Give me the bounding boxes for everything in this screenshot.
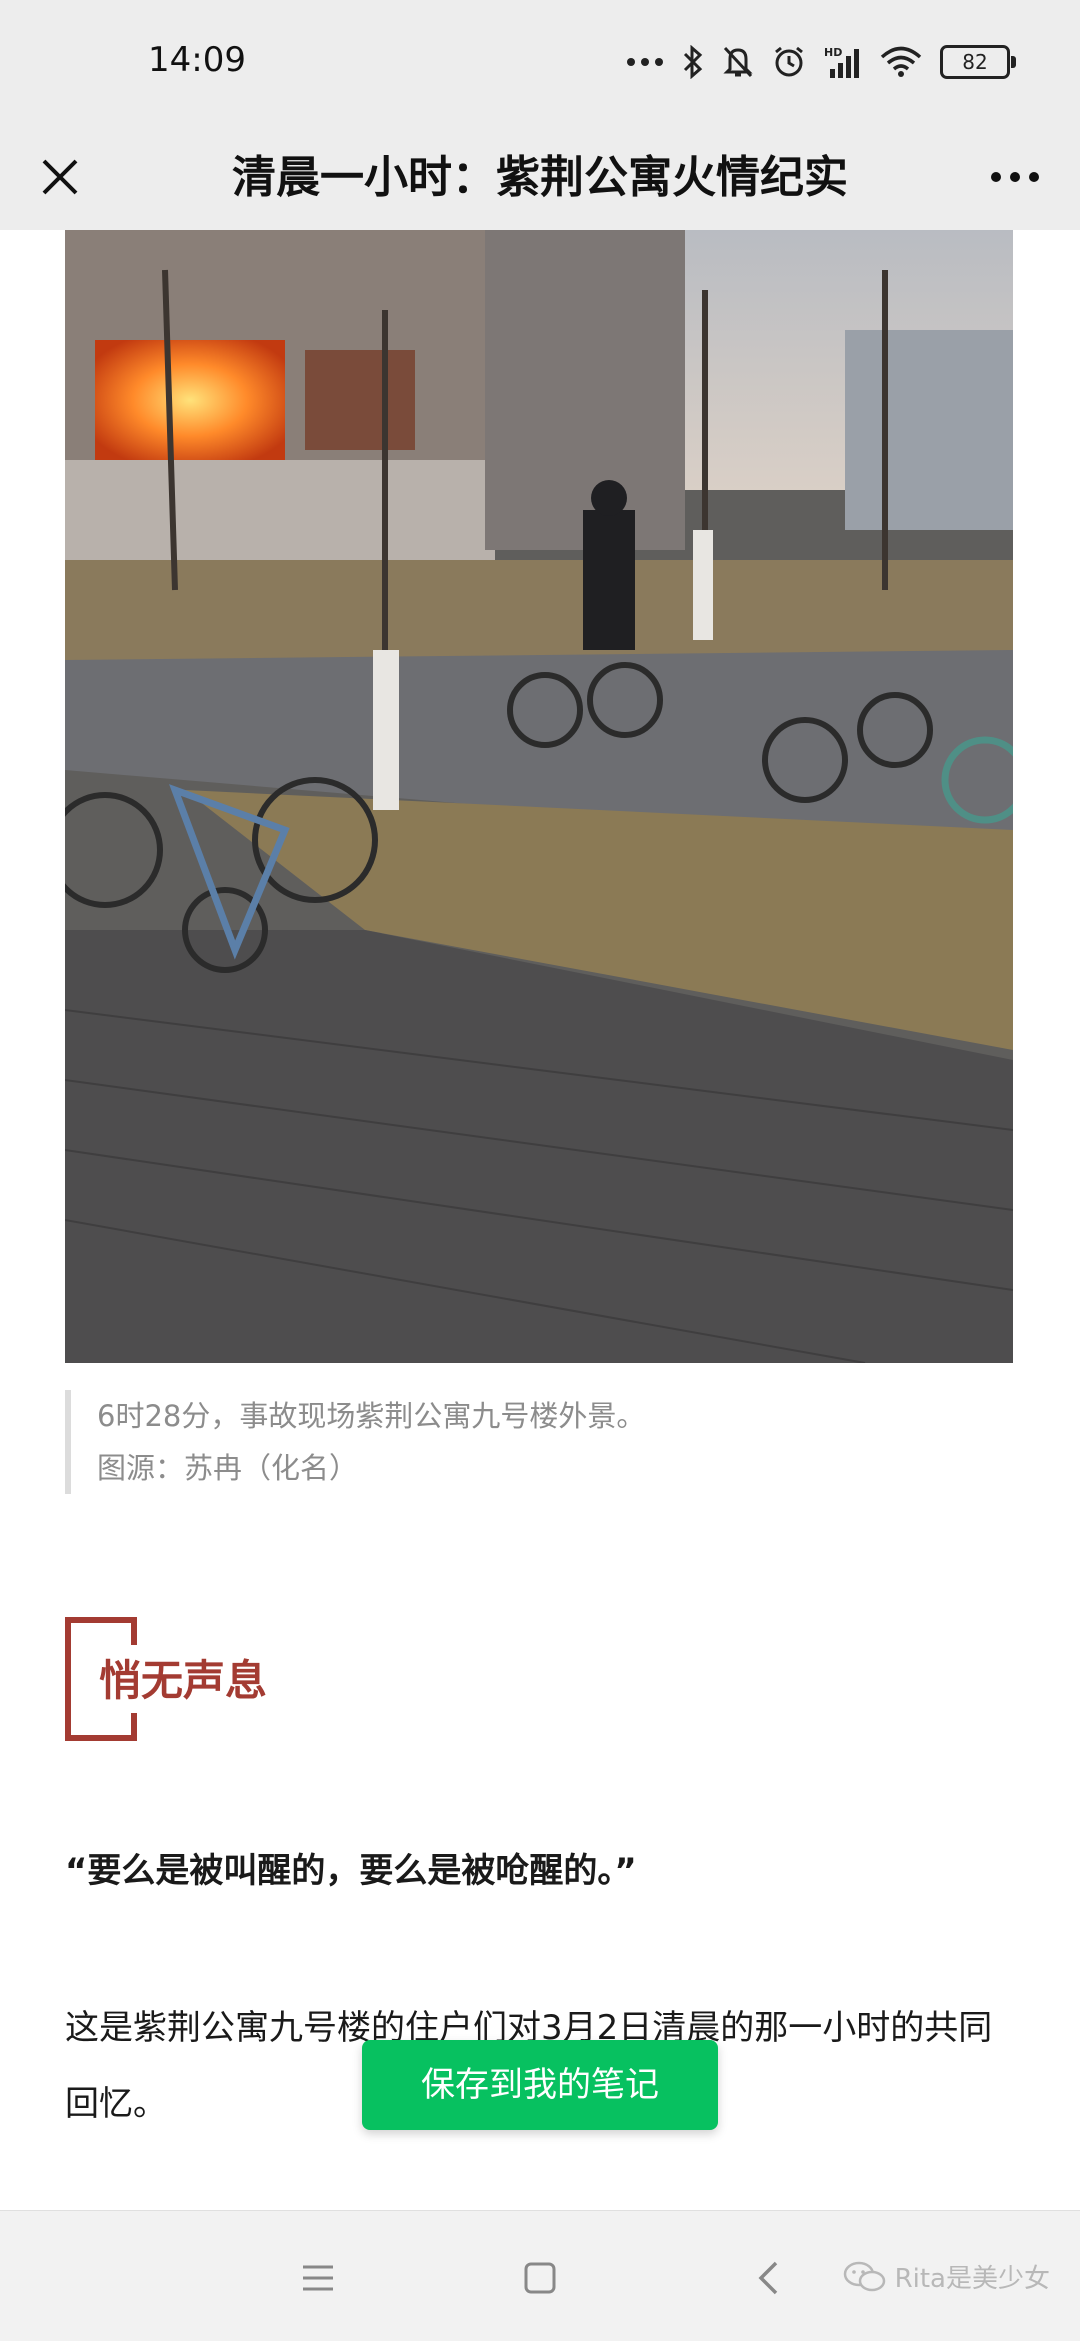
- more-button[interactable]: [980, 147, 1050, 207]
- caption-line-2: 图源：苏冉（化名）: [97, 1451, 359, 1485]
- home-button[interactable]: [518, 2256, 562, 2300]
- save-to-notes-button[interactable]: 保存到我的笔记: [362, 2040, 718, 2130]
- more-icon: [991, 172, 1039, 182]
- article-photo[interactable]: [65, 230, 1013, 1363]
- hd-signal-icon: HD: [824, 45, 862, 79]
- back-icon: [758, 2261, 778, 2295]
- section-title: 悄无声息: [99, 1656, 268, 1705]
- recent-apps-button[interactable]: [296, 2256, 340, 2300]
- section-heading: 悄无声息: [65, 1617, 465, 1741]
- more-dots-icon: [626, 57, 664, 67]
- caption-line-1: 6时28分，事故现场紫荆公寓九号楼外景。: [97, 1399, 646, 1433]
- mute-bell-icon: [722, 45, 754, 79]
- close-icon: [42, 159, 78, 195]
- page-title: 清晨一小时：紫荆公寓火情纪实: [232, 152, 848, 203]
- alarm-icon: [772, 45, 806, 79]
- watermark: Rita是美少女: [843, 2258, 1050, 2295]
- photo-caption: 6时28分，事故现场紫荆公寓九号楼外景。 图源：苏冉（化名）: [65, 1390, 1045, 1494]
- wifi-icon: [880, 46, 922, 78]
- status-bar: 14:09 HD 82: [0, 0, 1080, 125]
- battery-icon: 82: [940, 45, 1016, 79]
- wechat-icon: [843, 2261, 885, 2291]
- article-quote: “要么是被叫醒的，要么是被呛醒的。”: [65, 1851, 637, 1891]
- article-header: 清晨一小时：紫荆公寓火情纪实: [0, 125, 1080, 230]
- status-icons: HD 82: [626, 42, 1016, 82]
- back-button[interactable]: [746, 2256, 790, 2300]
- home-icon: [524, 2262, 556, 2294]
- status-time: 14:09: [148, 40, 246, 80]
- bluetooth-icon: [682, 45, 704, 79]
- svg-text:HD: HD: [824, 46, 842, 59]
- close-button[interactable]: [30, 147, 90, 207]
- watermark-text: Rita是美少女: [894, 2264, 1050, 2294]
- menu-icon: [303, 2265, 333, 2291]
